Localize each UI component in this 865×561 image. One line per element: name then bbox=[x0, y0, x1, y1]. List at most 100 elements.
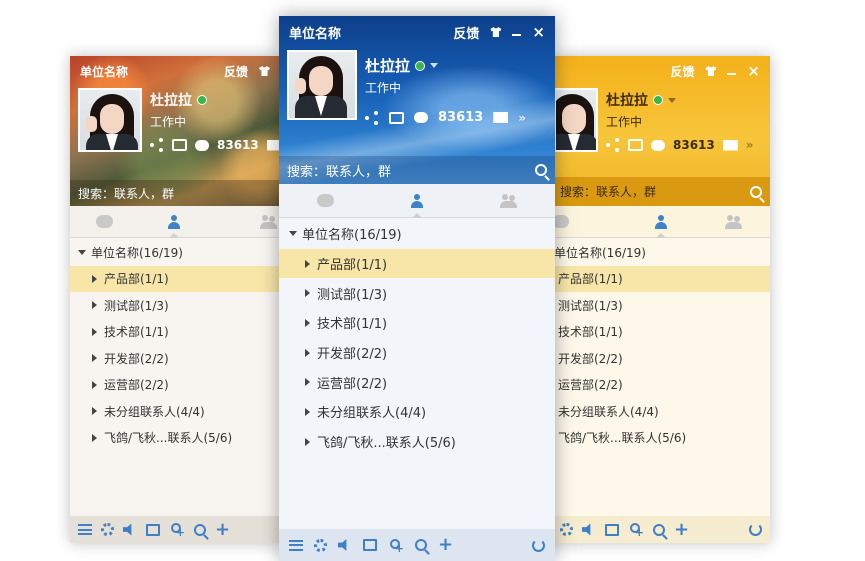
tab-contacts[interactable] bbox=[139, 206, 208, 238]
shirt-icon[interactable] bbox=[705, 66, 717, 76]
sound-icon[interactable] bbox=[123, 523, 132, 536]
add-icon[interactable]: + bbox=[438, 536, 453, 554]
search-icon[interactable] bbox=[653, 523, 665, 536]
org-root[interactable]: 单位名称(16/19) bbox=[552, 239, 770, 266]
tab-recent[interactable] bbox=[279, 184, 371, 217]
tab-groups[interactable] bbox=[209, 206, 280, 237]
shirt-icon[interactable] bbox=[490, 27, 502, 37]
org-root[interactable]: 单位名称(16/19) bbox=[70, 239, 280, 266]
settings-icon[interactable] bbox=[314, 538, 327, 552]
dept-row[interactable]: 产品部(1/1) bbox=[279, 248, 555, 279]
sound-icon[interactable] bbox=[338, 539, 347, 551]
share-icon[interactable] bbox=[365, 111, 379, 125]
dept-row[interactable]: 技术部(1/1) bbox=[70, 319, 280, 346]
dept-row[interactable]: 技术部(1/1) bbox=[279, 308, 555, 338]
close-icon[interactable]: × bbox=[747, 63, 760, 79]
dept-row[interactable]: 开发部(2/2) bbox=[70, 345, 280, 372]
dept-row[interactable]: 测试部(1/3) bbox=[552, 292, 770, 319]
dept-row[interactable]: 测试部(1/3) bbox=[279, 278, 555, 308]
chat-icon[interactable] bbox=[172, 139, 187, 151]
piggy-icon[interactable] bbox=[651, 139, 665, 151]
close-icon[interactable]: × bbox=[532, 24, 545, 40]
avatar[interactable] bbox=[554, 88, 598, 152]
minimize-icon[interactable] bbox=[512, 34, 522, 36]
add-icon[interactable]: + bbox=[215, 520, 230, 539]
dept-label: 测试部(1/3) bbox=[317, 287, 388, 303]
feedback-link[interactable]: 反馈 bbox=[453, 23, 479, 42]
dept-row[interactable]: 测试部(1/3) bbox=[70, 292, 280, 319]
dept-row[interactable]: 运营部(2/2) bbox=[552, 372, 770, 399]
user-status[interactable]: 工作中 bbox=[150, 113, 280, 130]
org-root[interactable]: 单位名称(16/19) bbox=[279, 219, 555, 249]
dept-row[interactable]: 未分组联系人(4/4) bbox=[70, 398, 280, 425]
folder-icon[interactable] bbox=[605, 523, 619, 536]
chat-icon[interactable] bbox=[389, 111, 404, 124]
add-icon[interactable]: + bbox=[674, 520, 689, 539]
search-icon[interactable] bbox=[750, 185, 762, 198]
settings-icon[interactable] bbox=[101, 523, 114, 536]
dept-row[interactable]: 飞鸽/飞秋...联系人(5/6) bbox=[279, 427, 555, 457]
minimize-icon[interactable] bbox=[727, 73, 737, 75]
dept-row[interactable]: 飞鸽/飞秋...联系人(5/6) bbox=[552, 425, 770, 452]
mail-icon[interactable] bbox=[722, 139, 738, 151]
shirt-icon[interactable] bbox=[259, 66, 270, 76]
dept-row[interactable]: 运营部(2/2) bbox=[70, 372, 280, 399]
feedback-link[interactable]: 反馈 bbox=[224, 63, 248, 80]
user-status[interactable]: 工作中 bbox=[606, 113, 754, 130]
search-icon[interactable] bbox=[415, 539, 427, 551]
menu-icon[interactable] bbox=[289, 539, 303, 551]
refresh-icon[interactable] bbox=[749, 523, 762, 536]
folder-icon[interactable] bbox=[363, 539, 377, 551]
search-input[interactable]: 搜索：联系人，群 bbox=[78, 185, 272, 202]
dept-row[interactable]: 开发部(2/2) bbox=[279, 338, 555, 368]
user-status[interactable]: 工作中 bbox=[365, 79, 526, 96]
dept-row[interactable]: 产品部(1/1) bbox=[552, 265, 770, 292]
tab-groups[interactable] bbox=[697, 206, 770, 237]
tab-recent[interactable] bbox=[70, 206, 139, 237]
sound-icon[interactable] bbox=[582, 523, 591, 536]
piggy-icon[interactable] bbox=[414, 112, 428, 123]
feedback-link[interactable]: 反馈 bbox=[670, 63, 694, 80]
search-icon[interactable] bbox=[535, 164, 547, 176]
tab-groups[interactable] bbox=[463, 184, 555, 217]
mail-icon[interactable] bbox=[493, 112, 509, 123]
more-icon[interactable]: » bbox=[518, 111, 526, 125]
recent-chat-icon bbox=[96, 215, 114, 228]
avatar[interactable] bbox=[287, 50, 357, 120]
folder-icon[interactable] bbox=[146, 523, 160, 536]
search-bar[interactable]: 搜索：联系人，群 bbox=[70, 180, 280, 206]
tab-recent[interactable] bbox=[552, 206, 625, 237]
avatar[interactable] bbox=[78, 88, 142, 152]
share-icon[interactable] bbox=[606, 138, 620, 152]
add-contact-icon[interactable] bbox=[388, 538, 404, 555]
chat-icon[interactable] bbox=[628, 139, 643, 151]
org-label: 单位名称(16/19) bbox=[91, 245, 183, 260]
search-input[interactable]: 搜索：联系人，群 bbox=[287, 161, 535, 180]
dept-row[interactable]: 开发部(2/2) bbox=[552, 345, 770, 372]
add-contact-icon[interactable] bbox=[169, 523, 185, 539]
menu-icon[interactable] bbox=[78, 524, 92, 535]
settings-icon[interactable] bbox=[560, 523, 573, 536]
piggy-icon[interactable] bbox=[195, 139, 209, 151]
search-bar[interactable]: 搜索：联系人，群 bbox=[552, 177, 770, 206]
dept-row[interactable]: 技术部(1/1) bbox=[552, 319, 770, 346]
title-buttons: 反馈 × bbox=[670, 63, 760, 80]
dept-row[interactable]: 产品部(1/1) bbox=[70, 265, 280, 292]
share-icon[interactable] bbox=[150, 138, 164, 152]
refresh-icon[interactable] bbox=[532, 538, 545, 552]
dept-row[interactable]: 运营部(2/2) bbox=[279, 367, 555, 397]
tab-contacts[interactable] bbox=[371, 184, 463, 218]
mail-icon[interactable] bbox=[266, 139, 280, 151]
status-caret-icon[interactable] bbox=[430, 63, 439, 68]
search-bar[interactable]: 搜索：联系人，群 bbox=[279, 156, 555, 184]
search-input[interactable]: 搜索：联系人，群 bbox=[560, 183, 750, 200]
status-caret-icon[interactable] bbox=[668, 97, 676, 103]
tab-contacts[interactable] bbox=[625, 206, 698, 238]
dept-row[interactable]: 未分组联系人(4/4) bbox=[279, 397, 555, 427]
search-icon[interactable] bbox=[194, 523, 206, 536]
more-icon[interactable]: » bbox=[746, 138, 754, 152]
dept-row[interactable]: 未分组联系人(4/4) bbox=[552, 398, 770, 425]
add-contact-icon[interactable] bbox=[628, 523, 644, 539]
dept-label: 飞鸽/飞秋...联系人(5/6) bbox=[317, 436, 456, 452]
dept-row[interactable]: 飞鸽/飞秋...联系人(5/6) bbox=[70, 425, 280, 452]
